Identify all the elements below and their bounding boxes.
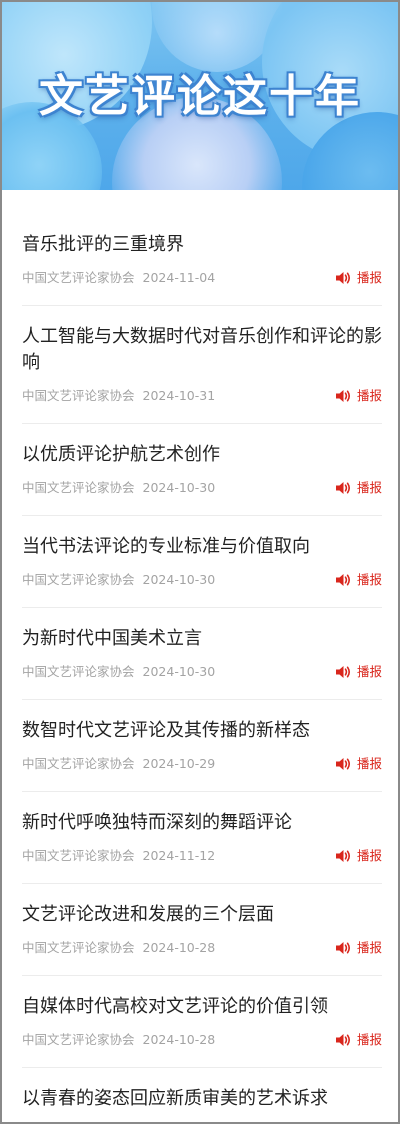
article-date: 2024-10-28 bbox=[142, 1032, 216, 1047]
article-meta: 中国文艺评论家协会 2024-10-28 播报 bbox=[22, 940, 382, 956]
page-frame: 文艺评论这十年 音乐批评的三重境界 中国文艺评论家协会 2024-11-04 播报… bbox=[0, 0, 400, 1124]
article-source: 中国文艺评论家协会 bbox=[22, 1032, 135, 1047]
speaker-icon bbox=[335, 666, 350, 678]
speaker-icon bbox=[335, 1034, 350, 1046]
article-title[interactable]: 当代书法评论的专业标准与价值取向 bbox=[22, 534, 382, 560]
article-source: 中国文艺评论家协会 bbox=[22, 756, 135, 771]
play-label: 播报 bbox=[356, 848, 382, 863]
article-title[interactable]: 为新时代中国美术立言 bbox=[22, 626, 382, 652]
article-source: 中国文艺评论家协会 bbox=[22, 940, 135, 955]
article-item[interactable]: 以优质评论护航艺术创作 中国文艺评论家协会 2024-10-30 播报 bbox=[22, 424, 382, 516]
play-label: 播报 bbox=[356, 572, 382, 587]
play-button[interactable]: 播报 bbox=[335, 388, 382, 404]
article-source: 中国文艺评论家协会 bbox=[22, 848, 135, 863]
article-item[interactable]: 为新时代中国美术立言 中国文艺评论家协会 2024-10-30 播报 bbox=[22, 608, 382, 700]
article-title[interactable]: 文艺评论改进和发展的三个层面 bbox=[22, 902, 382, 928]
article-meta: 中国文艺评论家协会 2024-11-12 播报 bbox=[22, 848, 382, 864]
speaker-icon bbox=[335, 942, 350, 954]
play-button[interactable]: 播报 bbox=[335, 664, 382, 680]
article-item[interactable]: 新时代呼唤独特而深刻的舞蹈评论 中国文艺评论家协会 2024-11-12 播报 bbox=[22, 792, 382, 884]
article-item[interactable]: 音乐批评的三重境界 中国文艺评论家协会 2024-11-04 播报 bbox=[22, 214, 382, 306]
article-source: 中国文艺评论家协会 bbox=[22, 664, 135, 679]
play-button[interactable]: 播报 bbox=[335, 480, 382, 496]
article-date: 2024-10-30 bbox=[142, 572, 216, 587]
play-button[interactable]: 播报 bbox=[335, 572, 382, 588]
speaker-icon bbox=[335, 390, 350, 402]
article-title[interactable]: 以青春的姿态回应新质审美的艺术诉求 bbox=[22, 1086, 382, 1112]
article-item[interactable]: 人工智能与大数据时代对音乐创作和评论的影响 中国文艺评论家协会 2024-10-3… bbox=[22, 306, 382, 424]
article-meta: 中国文艺评论家协会 2024-10-31 播报 bbox=[22, 388, 382, 404]
article-date: 2024-10-29 bbox=[142, 756, 216, 771]
article-date: 2024-10-31 bbox=[142, 388, 216, 403]
speaker-icon bbox=[335, 850, 350, 862]
play-button[interactable]: 播报 bbox=[335, 756, 382, 772]
article-source: 中国文艺评论家协会 bbox=[22, 480, 135, 495]
article-meta: 中国文艺评论家协会 2024-10-30 播报 bbox=[22, 572, 382, 588]
play-button[interactable]: 播报 bbox=[335, 848, 382, 864]
article-source: 中国文艺评论家协会 bbox=[22, 572, 135, 587]
play-button[interactable]: 播报 bbox=[335, 270, 382, 286]
article-date: 2024-11-04 bbox=[142, 270, 216, 285]
article-source: 中国文艺评论家协会 bbox=[22, 388, 135, 403]
speaker-icon bbox=[335, 758, 350, 770]
article-list: 音乐批评的三重境界 中国文艺评论家协会 2024-11-04 播报 人工智能与大数… bbox=[22, 214, 382, 1122]
play-label: 播报 bbox=[356, 388, 382, 403]
article-meta: 中国文艺评论家协会 2024-10-30 播报 bbox=[22, 664, 382, 680]
speaker-icon bbox=[335, 482, 350, 494]
article-meta: 中国文艺评论家协会 2024-10-29 播报 bbox=[22, 756, 382, 772]
play-label: 播报 bbox=[356, 756, 382, 771]
article-date: 2024-10-30 bbox=[142, 664, 216, 679]
article-meta: 中国文艺评论家协会 2024-10-30 播报 bbox=[22, 480, 382, 496]
speaker-icon bbox=[335, 574, 350, 586]
article-title[interactable]: 自媒体时代高校对文艺评论的价值引领 bbox=[22, 994, 382, 1020]
play-label: 播报 bbox=[356, 1032, 382, 1047]
speaker-icon bbox=[335, 272, 350, 284]
article-item[interactable]: 以青春的姿态回应新质审美的艺术诉求 中国文艺评论家协会2024-11-11 播报 bbox=[22, 1068, 382, 1122]
banner-title: 文艺评论这十年 bbox=[39, 71, 361, 122]
article-item[interactable]: 当代书法评论的专业标准与价值取向 中国文艺评论家协会 2024-10-30 播报 bbox=[22, 516, 382, 608]
article-source: 中国文艺评论家协会 bbox=[22, 270, 135, 285]
play-label: 播报 bbox=[356, 480, 382, 495]
play-label: 播报 bbox=[356, 270, 382, 285]
article-item[interactable]: 文艺评论改进和发展的三个层面 中国文艺评论家协会 2024-10-28 播报 bbox=[22, 884, 382, 976]
article-item[interactable]: 数智时代文艺评论及其传播的新样态 中国文艺评论家协会 2024-10-29 播报 bbox=[22, 700, 382, 792]
play-button[interactable]: 播报 bbox=[335, 940, 382, 956]
header-banner: 文艺评论这十年 bbox=[2, 2, 398, 190]
play-label: 播报 bbox=[356, 940, 382, 955]
article-meta: 中国文艺评论家协会 2024-10-28 播报 bbox=[22, 1032, 382, 1048]
article-title[interactable]: 音乐批评的三重境界 bbox=[22, 232, 382, 258]
article-title[interactable]: 数智时代文艺评论及其传播的新样态 bbox=[22, 718, 382, 744]
article-title[interactable]: 人工智能与大数据时代对音乐创作和评论的影响 bbox=[22, 324, 382, 376]
article-date: 2024-10-30 bbox=[142, 480, 216, 495]
article-meta: 中国文艺评论家协会 2024-11-04 播报 bbox=[22, 270, 382, 286]
article-title[interactable]: 以优质评论护航艺术创作 bbox=[22, 442, 382, 468]
article-date: 2024-11-12 bbox=[142, 848, 216, 863]
article-title[interactable]: 新时代呼唤独特而深刻的舞蹈评论 bbox=[22, 810, 382, 836]
article-item[interactable]: 自媒体时代高校对文艺评论的价值引领 中国文艺评论家协会 2024-10-28 播报 bbox=[22, 976, 382, 1068]
article-date: 2024-10-28 bbox=[142, 940, 216, 955]
play-button[interactable]: 播报 bbox=[335, 1032, 382, 1048]
play-label: 播报 bbox=[356, 664, 382, 679]
